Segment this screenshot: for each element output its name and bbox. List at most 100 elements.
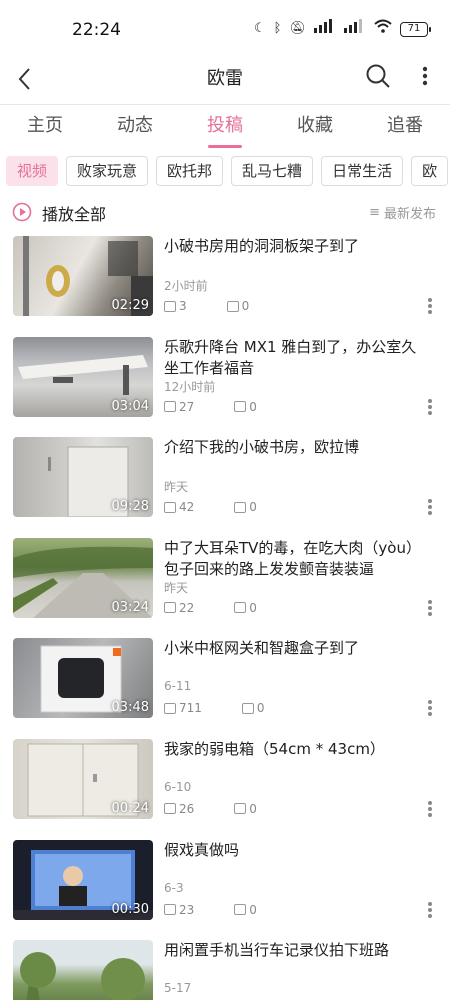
video-item[interactable]: 00:24 我家的弱电箱（54cm * 43cm） 6-10 26 0 [0,738,450,840]
video-item[interactable]: 03:04 乐歌升降台 MX1 雅白到了，办公室久坐工作者福音 12小时前 27… [0,336,450,438]
video-thumbnail[interactable]: 02:29 [13,236,153,316]
play-all-row: 播放全部 ≡ 最新发布 [12,198,440,226]
tab-favorites[interactable]: 收藏 [270,106,360,150]
video-more-icon[interactable] [426,398,434,419]
video-duration: 09:28 [111,499,149,515]
video-duration: 03:24 [111,599,149,615]
video-thumbnail[interactable]: 00:24 [13,738,153,819]
sort-label: 最新发布 [383,207,436,222]
video-time: 6-11 [164,679,192,694]
play-all-button[interactable]: 播放全部 [42,201,106,225]
comment-count: 0 [241,299,250,313]
video-item[interactable]: 03:48 小米中枢网关和智趣盒子到了 6-11 711 0 [0,638,450,739]
video-time: 昨天 [164,480,189,495]
video-more-icon[interactable] [426,901,434,922]
comment-count: 0 [249,399,257,414]
play-count: 26 [179,801,195,816]
play-count: 711 [179,701,202,716]
video-more-icon[interactable] [426,499,434,519]
chip-category[interactable]: 欧 [411,156,449,186]
video-stats: 3 0 [164,299,249,313]
status-icons: ☾ ᛒ 🔕︎ 71 [254,19,431,39]
video-stats: 711 0 [164,701,265,715]
comment-count-icon [234,501,247,513]
video-thumbnail[interactable]: 03:04 [13,336,153,417]
tab-uploads[interactable]: 投稿 [180,106,270,150]
video-thumbnail[interactable]: 03:48 [13,638,153,719]
play-count: 3 [179,299,187,313]
video-item[interactable]: 02:29 小破书房用的洞洞板架子到了 2小时前 3 0 [0,236,450,337]
video-item[interactable]: 03:24 中了大耳朵TV的毒，在吃大肉（yòu）包子回来的路上发发颤音装装逼 … [0,537,450,639]
video-time: 6-3 [164,880,184,895]
video-thumbnail[interactable]: 00:30 [13,839,153,920]
comment-count: 0 [249,902,257,917]
tab-dynamics[interactable]: 动态 [90,106,180,150]
chip-category[interactable]: 日常生活 [321,156,404,186]
chip-category[interactable]: 乱马七糟 [231,156,314,186]
video-duration: 03:48 [111,700,149,716]
comment-count-icon [226,300,239,312]
comment-count: 0 [249,801,257,816]
video-duration: 02:29 [111,298,149,313]
play-count: 22 [179,600,195,615]
signal-2-icon [344,19,366,39]
bluetooth-icon: ᛒ [273,21,282,36]
comment-count: 0 [249,500,257,515]
tab-home[interactable]: 主页 [0,106,90,150]
video-title: 中了大耳朵TV的毒，在吃大肉（yòu）包子回来的路上发发颤音装装逼 [164,538,421,578]
sort-lines-icon: ≡ [369,205,380,220]
video-title: 小破书房用的洞洞板架子到了 [164,237,360,255]
video-duration: 03:04 [111,398,149,414]
video-item[interactable]: 00:30 假戏真做吗 6-3 23 0 [0,839,450,941]
header: 欧雷 [0,56,450,106]
video-time: 12小时前 [164,379,216,394]
sort-button[interactable]: ≡ 最新发布 [369,203,436,222]
video-item[interactable]: 用闲置手机当行车记录仪拍下班路 5-17 [0,940,450,1000]
video-stats: 26 0 [164,802,257,816]
play-count-icon [164,501,176,513]
video-time: 5-17 [164,981,192,996]
comment-count-icon [234,904,247,916]
video-stats: 42 0 [164,500,257,514]
moon-icon: ☾ [254,21,266,36]
chip-videos[interactable]: 视频 [6,156,59,186]
play-count-icon [164,904,176,916]
play-count: 27 [179,399,195,414]
chip-category[interactable]: 败家玩意 [66,156,149,186]
more-vertical-icon [422,66,428,86]
search-icon [366,64,390,88]
video-time: 6-10 [164,779,192,794]
video-more-icon[interactable] [426,599,434,620]
header-divider [0,104,450,105]
wifi-icon [374,19,392,39]
signal-icon [314,19,336,39]
video-item[interactable]: 09:28 介绍下我的小破书房，欧拉博 昨天 42 0 [0,437,450,538]
video-more-icon[interactable] [426,800,434,821]
video-time: 2小时前 [164,279,208,293]
video-time: 昨天 [164,580,189,595]
more-options-button[interactable] [416,62,434,90]
video-stats: 27 0 [164,400,257,414]
comment-count-icon [241,702,254,714]
video-more-icon[interactable] [426,298,434,318]
video-title: 小米中枢网关和智趣盒子到了 [164,639,360,658]
video-duration: 00:30 [111,901,149,917]
video-title: 我家的弱电箱（54cm * 43cm） [164,739,385,758]
battery-icon: 71 [400,21,431,37]
video-thumbnail[interactable]: 03:24 [13,537,153,618]
play-circle-icon[interactable] [12,202,32,222]
video-stats: 23 0 [164,903,257,917]
video-title: 介绍下我的小破书房，欧拉博 [164,438,360,457]
tab-following-anime[interactable]: 追番 [360,106,450,150]
video-more-icon[interactable] [426,700,434,720]
comment-count-icon [234,401,247,413]
status-bar: 22:24 ☾ ᛒ 🔕︎ 71 [0,0,450,56]
video-thumbnail[interactable] [13,940,153,1000]
play-count-icon [164,602,176,614]
video-thumbnail[interactable]: 09:28 [13,437,153,518]
video-title: 假戏真做吗 [164,840,240,859]
chip-category[interactable]: 欧托邦 [156,156,224,186]
video-title: 用闲置手机当行车记录仪拍下班路 [164,941,390,960]
mute-icon: 🔕︎ [289,21,306,36]
search-button[interactable] [364,60,392,92]
